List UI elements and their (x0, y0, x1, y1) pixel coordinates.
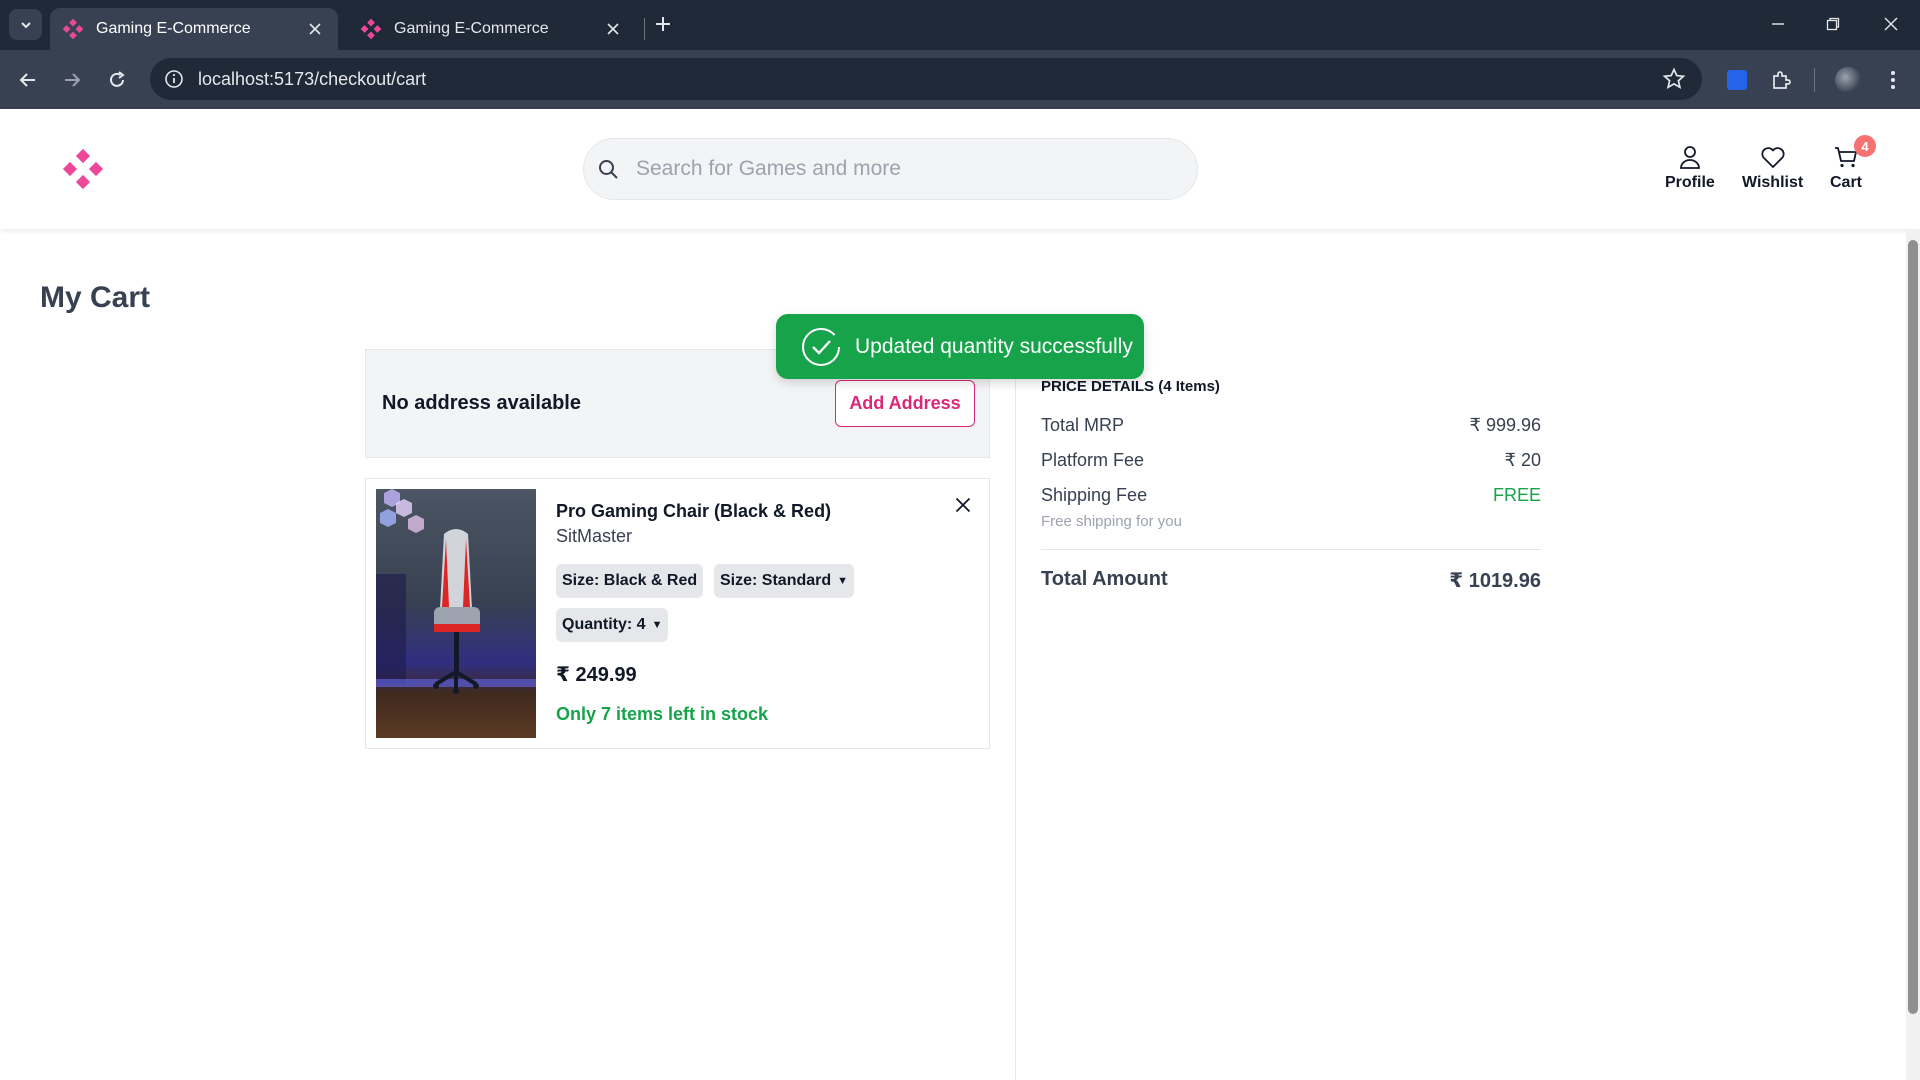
search-bar[interactable] (583, 138, 1198, 200)
toast-message: Updated quantity successfully (855, 334, 1133, 358)
price-value: ₹ 20 (1504, 450, 1541, 470)
total-amount-row: Total Amount ₹ 1019.96 (1041, 568, 1541, 593)
remove-item-button[interactable] (951, 493, 975, 517)
chevron-down-icon (20, 21, 31, 28)
price-value: FREE (1492, 485, 1541, 505)
tab-separator (644, 18, 645, 40)
nav-profile[interactable]: Profile (1665, 143, 1715, 192)
caret-down-icon: ▼ (651, 619, 663, 631)
user-icon (1679, 146, 1700, 169)
reload-button[interactable] (103, 66, 131, 94)
page-scrollbar-thumb[interactable] (1908, 240, 1918, 1014)
page-title: My Cart (40, 281, 151, 314)
total-label: Total Amount (1041, 568, 1168, 590)
price-value: ₹ 999.96 (1469, 415, 1541, 435)
arrow-right-icon (65, 73, 81, 87)
product-brand: SitMaster (556, 526, 633, 546)
nav-cart[interactable]: Cart 4 (1830, 135, 1876, 192)
price-details-heading: PRICE DETAILS (4 Items) (1041, 378, 1220, 395)
product-price: ₹ 249.99 (556, 664, 637, 686)
restore-icon (1826, 17, 1840, 31)
nav-cart-label: Cart (1830, 174, 1863, 191)
address-bar[interactable]: localhost:5173/checkout/cart (150, 58, 1702, 100)
price-divider (1041, 549, 1541, 550)
heart-icon (1761, 147, 1785, 168)
total-value: ₹ 1019.96 (1449, 570, 1541, 592)
tab-title: Gaming E-Commerce (96, 20, 251, 37)
puzzle-icon (1773, 71, 1791, 89)
restore-button[interactable] (1820, 11, 1846, 37)
price-label: Total MRP (1041, 415, 1125, 435)
arrow-left-icon (19, 73, 35, 87)
browser-tabstrip: Gaming E-Commerce Gaming E-Commerce (0, 0, 1920, 50)
back-button[interactable] (14, 66, 42, 94)
product-image[interactable] (376, 489, 536, 738)
size-select-label: Size: Standard (720, 572, 832, 589)
color-chip-label: Size: Black & Red (562, 572, 698, 589)
new-tab-button[interactable] (650, 11, 676, 37)
add-address-button[interactable]: Add Address (835, 380, 975, 427)
success-toast: Updated quantity successfully (776, 314, 1144, 379)
browser-tab-inactive[interactable]: Gaming E-Commerce (348, 8, 636, 50)
close-icon (1884, 17, 1898, 31)
quantity-select-label: Quantity: 4 (562, 616, 646, 633)
minimize-icon (1772, 23, 1784, 25)
shipping-note: Free shipping for you (1041, 513, 1182, 530)
quantity-select[interactable]: Quantity: 4 ▼ (556, 608, 669, 642)
reload-icon (110, 71, 125, 87)
gaming-chair-image (376, 489, 536, 694)
price-row-platform-fee: Platform Fee ₹ 20 (1041, 450, 1541, 471)
search-input[interactable] (636, 157, 1197, 181)
window-close-button[interactable] (1878, 11, 1904, 37)
cart-count-badge: 4 (1854, 135, 1876, 157)
price-details: PRICE DETAILS (4 Items) Total MRP ₹ 999.… (1041, 378, 1541, 592)
extension-app-icon (1727, 70, 1747, 90)
controller-logo-icon (62, 18, 84, 40)
tab-title: Gaming E-Commerce (394, 20, 549, 37)
no-address-message: No address available (382, 392, 581, 414)
caret-down-icon: ▼ (837, 575, 849, 587)
extensions-menu-button[interactable] (1767, 66, 1795, 94)
toolbar-separator (1814, 68, 1815, 92)
search-icon (599, 160, 618, 179)
browser-toolbar: localhost:5173/checkout/cart (0, 50, 1920, 109)
star-bookmark-icon[interactable] (1662, 67, 1686, 91)
product-name[interactable]: Pro Gaming Chair (Black & Red) (556, 501, 831, 522)
stock-status: Only 7 items left in stock (556, 704, 769, 724)
nav-wishlist[interactable]: Wishlist (1742, 143, 1803, 192)
minimize-button[interactable] (1765, 11, 1791, 37)
close-icon[interactable] (602, 18, 624, 40)
color-chip: Size: Black & Red (556, 564, 704, 598)
price-label: Shipping Fee (1041, 485, 1148, 505)
price-row-total-mrp: Total MRP ₹ 999.96 (1041, 415, 1541, 436)
size-select[interactable]: Size: Standard ▼ (714, 564, 855, 598)
price-row-shipping-fee: Shipping Fee FREE (1041, 485, 1541, 506)
close-icon[interactable] (304, 18, 326, 40)
more-vertical-icon (1891, 71, 1895, 89)
profile-avatar-button[interactable] (1834, 66, 1862, 94)
section-divider (1015, 340, 1016, 1080)
controller-logo-icon[interactable] (62, 148, 104, 190)
forward-button[interactable] (58, 66, 86, 94)
close-icon (955, 497, 971, 513)
url-text: localhost:5173/checkout/cart (198, 68, 427, 89)
info-icon[interactable] (164, 69, 184, 89)
plus-icon (656, 17, 670, 31)
extension-button[interactable] (1723, 66, 1751, 94)
browser-tab-active[interactable]: Gaming E-Commerce (50, 8, 338, 50)
tab-search-button[interactable] (9, 9, 42, 40)
browser-menu-button[interactable] (1879, 66, 1907, 94)
nav-profile-label: Profile (1665, 174, 1715, 191)
check-circle-icon (802, 327, 840, 366)
controller-logo-icon (360, 18, 382, 40)
site-header: Profile Wishlist Cart 4 (0, 109, 1920, 229)
price-label: Platform Fee (1041, 450, 1145, 470)
nav-wishlist-label: Wishlist (1742, 174, 1804, 191)
avatar (1835, 67, 1861, 93)
cart-item: Pro Gaming Chair (Black & Red) SitMaster… (365, 478, 990, 749)
